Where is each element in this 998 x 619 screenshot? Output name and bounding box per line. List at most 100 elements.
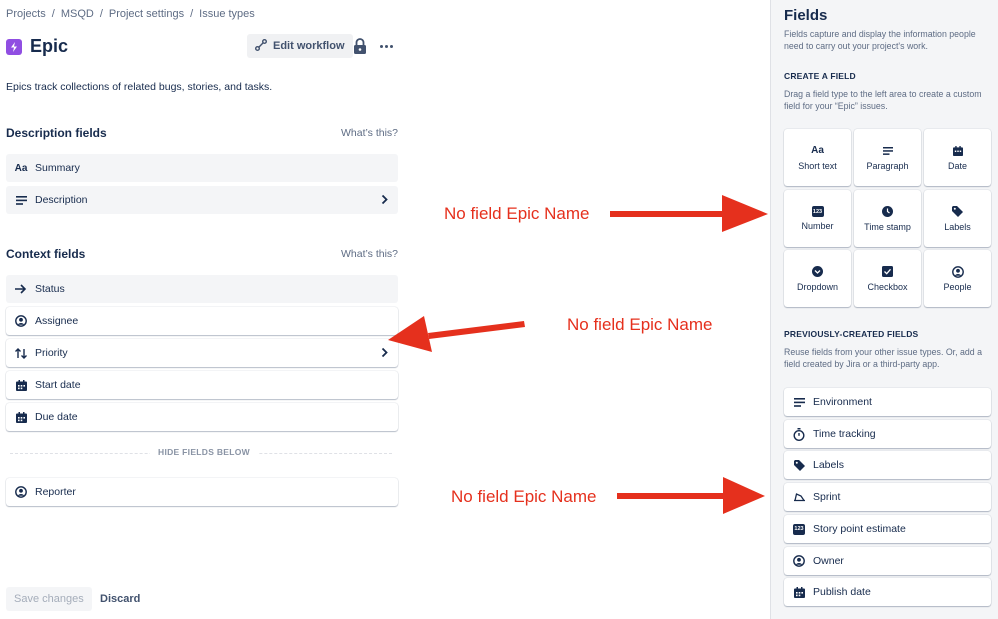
breadcrumb-issue-types[interactable]: Issue types <box>199 8 255 20</box>
tile-dropdown[interactable]: Dropdown <box>784 250 851 307</box>
field-label: Time tracking <box>813 428 876 440</box>
paragraph-icon <box>882 145 893 157</box>
tile-label: Paragraph <box>866 160 909 171</box>
field-assignee[interactable]: Assignee <box>6 307 398 335</box>
calendar-icon <box>952 145 963 157</box>
edit-workflow-label: Edit workflow <box>273 40 345 52</box>
tile-time-stamp[interactable]: Time stamp <box>854 190 921 247</box>
calendar-icon <box>14 410 28 424</box>
person-icon <box>14 314 28 328</box>
tile-label: Short text <box>798 160 837 171</box>
page-title: Epic <box>30 36 69 56</box>
save-changes-button[interactable]: Save changes <box>6 587 92 611</box>
field-label: Description <box>35 194 88 206</box>
field-label: Sprint <box>813 491 841 503</box>
field-status[interactable]: Status <box>6 275 398 303</box>
field-description[interactable]: Description <box>6 186 398 214</box>
tile-short-text[interactable]: Aa Short text <box>784 129 851 186</box>
breadcrumb-msqd[interactable]: MSQD <box>61 8 94 20</box>
tile-checkbox[interactable]: Checkbox <box>854 250 921 307</box>
field-label: Environment <box>813 396 872 408</box>
prev-field-owner[interactable]: Owner <box>784 547 991 575</box>
field-label: Due date <box>35 411 78 423</box>
chevron-right-icon <box>381 194 388 208</box>
previous-fields-title: PREVIOUSLY-CREATED FIELDS <box>784 329 919 339</box>
calendar-icon <box>14 378 28 392</box>
field-label: Status <box>35 283 65 295</box>
discard-button[interactable]: Discard <box>100 593 140 605</box>
hide-fields-label: HIDE FIELDS BELOW <box>150 447 258 457</box>
context-fields-header: Context fields What’s this? <box>6 247 398 261</box>
annotation-arrow-right <box>610 195 768 232</box>
breadcrumb-projects[interactable]: Projects <box>6 8 46 20</box>
tile-label: Time stamp <box>864 221 911 232</box>
whats-this-link[interactable]: What’s this? <box>341 127 398 139</box>
prev-field-environment[interactable]: Environment <box>784 388 991 416</box>
tile-label: Date <box>947 160 967 171</box>
panel-title: Fields <box>784 7 828 24</box>
panel-description: Fields capture and display the informati… <box>784 29 976 51</box>
breadcrumb-separator: / <box>99 8 103 20</box>
paragraph-icon <box>14 193 28 207</box>
tile-labels[interactable]: Labels <box>924 190 991 247</box>
create-field-description: Drag a field type to the left area to cr… <box>784 89 982 111</box>
edit-workflow-button[interactable]: Edit workflow <box>247 34 353 58</box>
annotation-text: No field Epic Name <box>451 487 597 506</box>
tile-paragraph[interactable]: Paragraph <box>854 129 921 186</box>
tag-icon <box>952 206 963 218</box>
prev-field-story-point-estimate[interactable]: 123 Story point estimate <box>784 515 991 543</box>
breadcrumb: Projects / MSQD / Project settings / Iss… <box>6 8 255 20</box>
tile-number[interactable]: 123 Number <box>784 190 851 247</box>
field-label: Summary <box>35 162 80 174</box>
lock-icon[interactable] <box>352 37 368 55</box>
field-due-date[interactable]: Due date <box>6 403 398 431</box>
workflow-icon <box>255 38 267 54</box>
priority-icon <box>14 346 28 360</box>
breadcrumb-separator: / <box>51 8 55 20</box>
tile-label: Labels <box>944 221 971 232</box>
field-label: Story point estimate <box>813 523 906 535</box>
tag-icon <box>792 458 806 472</box>
more-options-icon[interactable] <box>376 36 396 56</box>
whats-this-link[interactable]: What’s this? <box>341 248 398 260</box>
field-priority[interactable]: Priority <box>6 339 398 367</box>
field-summary[interactable]: Aa Summary <box>6 154 398 182</box>
prev-field-publish-date[interactable]: Publish date <box>784 578 991 606</box>
person-icon <box>792 554 806 568</box>
field-label: Reporter <box>35 486 76 498</box>
previous-fields-description: Reuse fields from your other issue types… <box>784 347 983 369</box>
tile-label: Checkbox <box>867 281 908 292</box>
description-fields-title: Description fields <box>6 126 107 140</box>
field-reporter[interactable]: Reporter <box>6 478 398 506</box>
tile-label: Number <box>801 221 834 231</box>
field-start-date[interactable]: Start date <box>6 371 398 399</box>
tile-label: People <box>943 281 972 292</box>
calendar-icon <box>792 585 806 599</box>
number-icon: 123 <box>792 522 806 536</box>
clock-icon <box>882 206 893 218</box>
prev-field-time-tracking[interactable]: Time tracking <box>784 420 991 448</box>
breadcrumb-project-settings[interactable]: Project settings <box>109 8 184 20</box>
main-area: Projects / MSQD / Project settings / Iss… <box>0 0 770 619</box>
field-label: Publish date <box>813 586 871 598</box>
field-label: Start date <box>35 379 81 391</box>
paragraph-icon <box>792 395 806 409</box>
annotation-text: No field Epic Name <box>567 315 713 334</box>
create-field-title: CREATE A FIELD <box>784 71 856 81</box>
field-label: Priority <box>35 347 68 359</box>
tile-date[interactable]: Date <box>924 129 991 186</box>
prev-field-labels[interactable]: Labels <box>784 451 991 479</box>
fields-panel: Fields Fields capture and display the in… <box>770 0 998 619</box>
epic-icon <box>6 38 22 55</box>
title-row: Epic <box>6 36 68 57</box>
description-fields-header: Description fields What’s this? <box>6 126 398 140</box>
arrow-right-icon <box>14 282 28 296</box>
dropdown-icon <box>812 266 823 278</box>
chevron-right-icon <box>381 347 388 361</box>
tile-label: Dropdown <box>796 281 839 292</box>
prev-field-sprint[interactable]: Sprint <box>784 483 991 511</box>
stopwatch-icon <box>792 427 806 441</box>
field-label: Owner <box>813 555 844 567</box>
short-text-icon: Aa <box>811 145 824 156</box>
tile-people[interactable]: People <box>924 250 991 307</box>
